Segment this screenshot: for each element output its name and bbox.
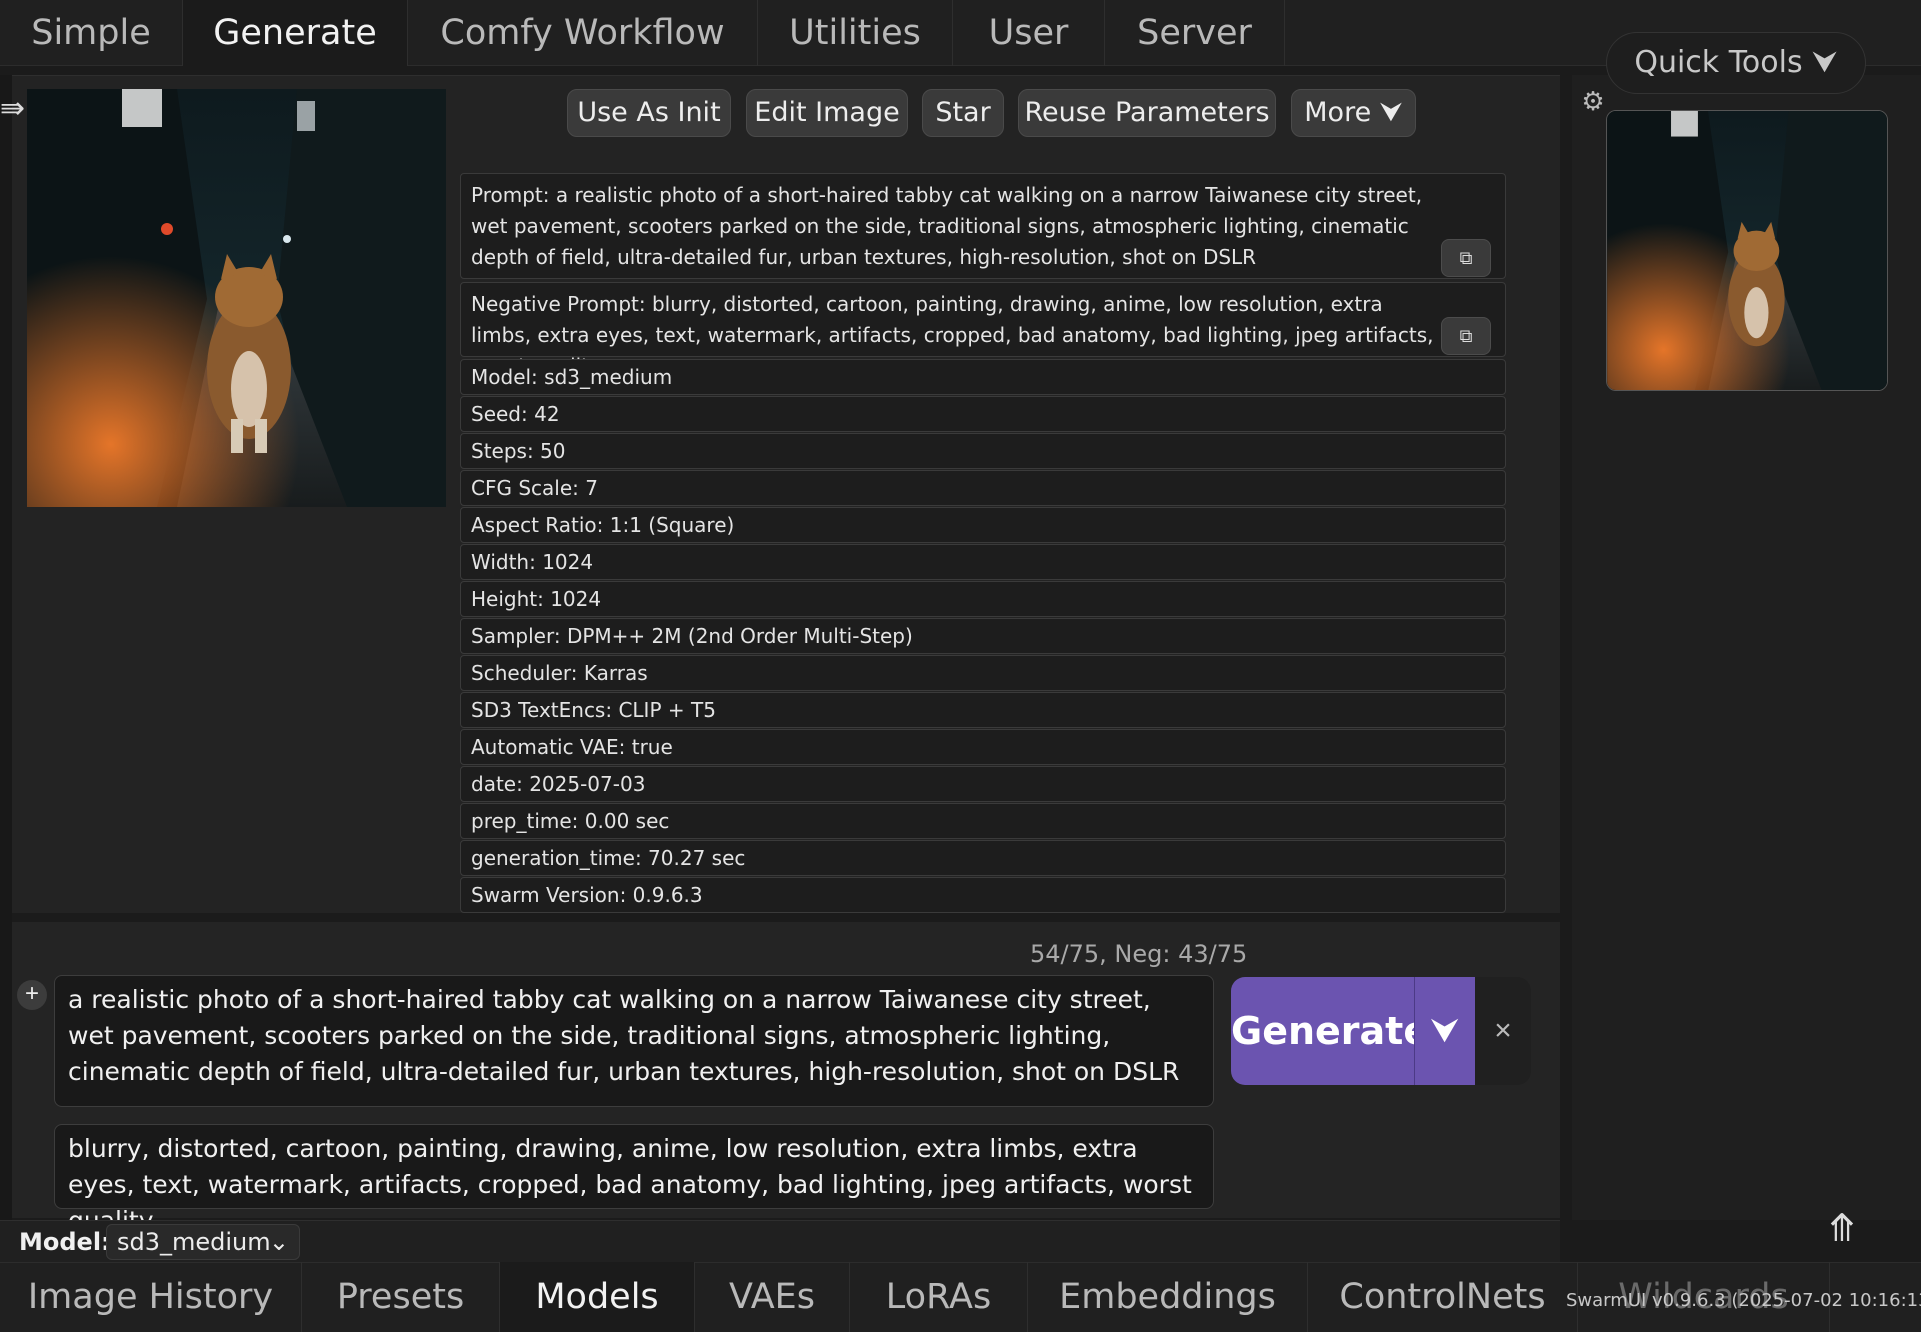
metadata-aspect-ratio: Aspect Ratio: 1:1 (Square) — [460, 507, 1506, 543]
metadata-prompt: Prompt: a realistic photo of a short-hai… — [460, 173, 1506, 279]
use-as-init-button[interactable]: Use As Init — [567, 89, 731, 137]
chevron-down-icon: ⌄ — [268, 1228, 289, 1256]
metadata-prep-time: prep_time: 0.00 sec — [460, 803, 1506, 839]
star-button[interactable]: Star — [922, 89, 1004, 137]
metadata-seed: Seed: 42 — [460, 396, 1506, 432]
plus-icon[interactable]: + — [17, 980, 47, 1010]
model-label: Model: — [19, 1228, 111, 1256]
tab-vaes[interactable]: VAEs — [695, 1262, 850, 1332]
model-select[interactable]: sd3_medium ⌄ — [106, 1224, 300, 1260]
left-strip — [0, 75, 12, 1220]
current-image[interactable] — [27, 89, 446, 507]
prompt-input[interactable]: a realistic photo of a short-haired tabb… — [54, 975, 1214, 1107]
tab-models[interactable]: Models — [500, 1262, 695, 1332]
quick-tools-button[interactable]: Quick Tools ⮟ — [1606, 32, 1866, 94]
negative-prompt-input[interactable]: blurry, distorted, cartoon, painting, dr… — [54, 1124, 1214, 1235]
metadata-automatic-vae: Automatic VAE: true — [460, 729, 1506, 765]
tab-controlnets[interactable]: ControlNets — [1308, 1262, 1578, 1332]
token-count: 54/75, Neg: 43/75 — [1030, 940, 1248, 968]
generate-button[interactable]: Generate — [1231, 977, 1429, 1085]
tab-comfy-workflow[interactable]: Comfy Workflow — [408, 0, 758, 66]
metadata-steps: Steps: 50 — [460, 433, 1506, 469]
more-button[interactable]: More ⮟ — [1291, 89, 1416, 137]
metadata-model: Model: sd3_medium — [460, 359, 1506, 395]
tab-presets[interactable]: Presets — [302, 1262, 500, 1332]
metadata-generation-time: generation_time: 70.27 sec — [460, 840, 1506, 876]
history-thumbnail[interactable] — [1606, 110, 1888, 391]
metadata-negative-prompt: Negative Prompt: blurry, distorted, cart… — [460, 282, 1506, 378]
metadata-height: Height: 1024 — [460, 581, 1506, 617]
tab-loras[interactable]: LoRAs — [850, 1262, 1028, 1332]
metadata-scheduler: Scheduler: Karras — [460, 655, 1506, 691]
model-select-value: sd3_medium — [117, 1228, 271, 1256]
edit-image-button[interactable]: Edit Image — [746, 89, 908, 137]
metadata-date: date: 2025-07-03 — [460, 766, 1506, 802]
scroll-top-icon[interactable]: ⤊ — [1826, 1206, 1858, 1251]
cancel-generation-button[interactable]: × — [1475, 977, 1531, 1085]
tab-user[interactable]: User — [953, 0, 1105, 66]
reuse-parameters-button[interactable]: Reuse Parameters — [1018, 89, 1276, 137]
tab-server[interactable]: Server — [1105, 0, 1285, 66]
tab-utilities[interactable]: Utilities — [758, 0, 953, 66]
tab-image-history[interactable]: Image History — [0, 1262, 302, 1332]
metadata-swarm-version: Swarm Version: 0.9.6.3 — [460, 877, 1506, 913]
metadata-width: Width: 1024 — [460, 544, 1506, 580]
expand-icon[interactable]: ⇛ — [0, 94, 30, 124]
metadata-sampler: Sampler: DPM++ 2M (2nd Order Multi-Step) — [460, 618, 1506, 654]
copy-icon[interactable]: ⧉ — [1441, 317, 1491, 355]
gear-icon[interactable]: ⚙ — [1578, 86, 1608, 116]
tab-embeddings[interactable]: Embeddings — [1028, 1262, 1308, 1332]
tab-simple[interactable]: Simple — [0, 0, 183, 66]
metadata-textencs: SD3 TextEncs: CLIP + T5 — [460, 692, 1506, 728]
version-label: SwarmUI v0.9.6.3 (2025-07-02 10:16:13) — [1566, 1290, 1921, 1311]
tab-generate[interactable]: Generate — [183, 0, 408, 66]
generate-options-button[interactable]: ⮟ — [1414, 977, 1475, 1085]
copy-icon[interactable]: ⧉ — [1441, 239, 1491, 277]
metadata-cfg-scale: CFG Scale: 7 — [460, 470, 1506, 506]
